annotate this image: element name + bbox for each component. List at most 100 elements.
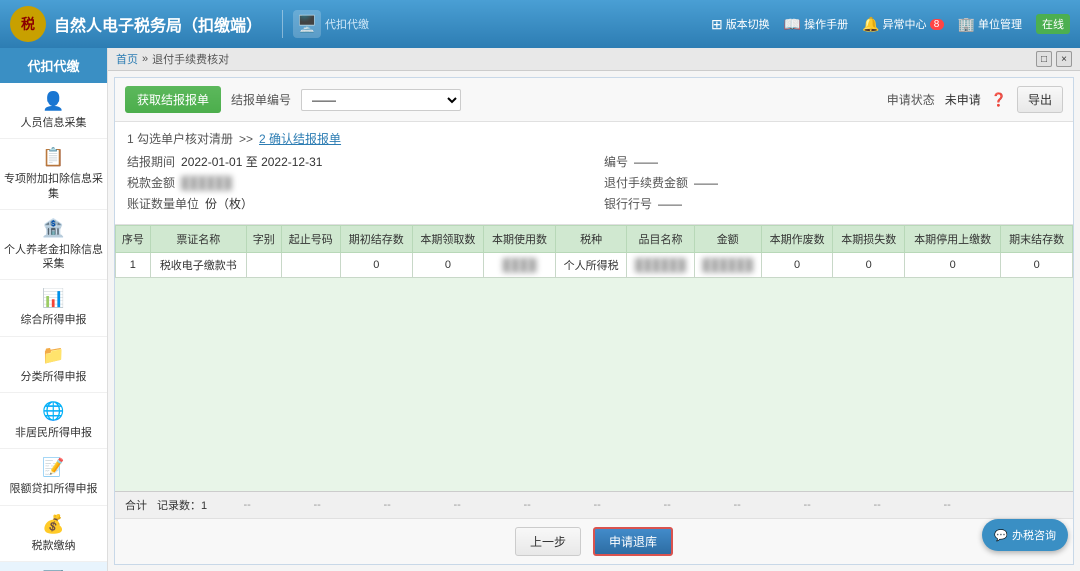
footer-dash-3: --: [357, 499, 417, 511]
breadcrumb: 首页 » 退付手续费核对: [116, 51, 229, 67]
th-item-name: 品目名称: [627, 226, 694, 253]
th-opening: 期初结存数: [340, 226, 412, 253]
sidebar-item-classified[interactable]: 📁 分类所得申报: [0, 337, 107, 393]
personnel-icon: 👤: [42, 91, 64, 112]
sidebar: 代扣代缴 👤 人员信息采集 📋 专项附加扣除信息采集 🏦 个人养老金扣除信息采集…: [0, 48, 108, 571]
th-range: 起止号码: [281, 226, 340, 253]
sidebar-item-personnel[interactable]: 👤 人员信息采集: [0, 83, 107, 139]
th-voided: 本期作废数: [761, 226, 833, 253]
total-label: 合计: [125, 497, 147, 513]
footer-dash-5: --: [497, 499, 557, 511]
toolbar-right: 申请状态 未申请 ❓ 导出: [887, 86, 1063, 113]
classified-icon: 📁: [42, 345, 64, 366]
step-separator: >>: [239, 132, 253, 146]
online-status: 在线: [1036, 14, 1070, 34]
table-row: 1 税收电子缴款书 0 0 ████ 个人所得税 ██████ ██████ 0…: [116, 253, 1073, 278]
consult-fab[interactable]: 💬 办税咨询: [982, 519, 1068, 551]
report-no-select[interactable]: ——: [301, 89, 461, 111]
period-row: 结报期间 2022-01-01 至 2022-12-31: [127, 153, 584, 170]
form-area: 1 勾选单户核对清册 >> 2 确认结报报单 结报期间 2022-01-01 至…: [115, 122, 1073, 225]
th-lost: 本期损失数: [833, 226, 905, 253]
tool-notice[interactable]: 🔔 异常中心 8: [862, 16, 943, 33]
sidebar-item-special[interactable]: 📋 专项附加扣除信息采集: [0, 139, 107, 210]
sidebar-item-tax-calc[interactable]: 💰 税款缴纳: [0, 506, 107, 562]
tool-unit[interactable]: 🏢 单位管理: [958, 16, 1022, 33]
th-received: 本期领取数: [412, 226, 484, 253]
correction-icon: 📝: [42, 457, 64, 478]
th-ticket-name: 票证名称: [150, 226, 246, 253]
tool-manual[interactable]: 📖 操作手册: [784, 16, 848, 33]
sidebar-item-nonresident[interactable]: 🌐 非居民所得申报: [0, 393, 107, 449]
top-right-tools: ⊞ 版本切换 📖 操作手册 🔔 异常中心 8 🏢 单位管理 在线: [711, 14, 1070, 34]
td-seq: 1: [116, 253, 151, 278]
td-lost: 0: [833, 253, 905, 278]
restore-button[interactable]: □: [1036, 51, 1052, 67]
footer-dash-9: --: [777, 499, 837, 511]
main-layout: 代扣代缴 👤 人员信息采集 📋 专项附加扣除信息采集 🏦 个人养老金扣除信息采集…: [0, 48, 1080, 571]
sidebar-item-pension[interactable]: 🏦 个人养老金扣除信息采集: [0, 210, 107, 281]
toolbar-left: 获取结报报单 结报单编号 ——: [125, 86, 461, 113]
footer-dash-6: --: [567, 499, 627, 511]
td-closing: 0: [1001, 253, 1073, 278]
status-info-icon: ❓: [991, 92, 1007, 108]
submit-button[interactable]: 申请退库: [593, 527, 673, 556]
tax-calc-icon: 💰: [42, 514, 64, 535]
pension-icon: 🏦: [42, 218, 64, 239]
top-bar: 税 自然人电子税务局（扣缴端） 🖥️ 代扣代缴 ⊞ 版本切换 📖 操作手册 🔔 …: [0, 0, 1080, 48]
footer-dash-8: --: [707, 499, 767, 511]
bottom-action-bar: 上一步 申请退库: [115, 518, 1073, 564]
sidebar-item-correction[interactable]: 📝 限额贷扣所得申报: [0, 449, 107, 505]
notice-icon: 🔔: [862, 16, 879, 33]
breadcrumb-home[interactable]: 首页: [116, 51, 138, 67]
step1-label: 1 勾选单户核对清册: [127, 130, 233, 147]
footer-dash-7: --: [637, 499, 697, 511]
prev-button[interactable]: 上一步: [515, 527, 581, 556]
sidebar-item-comprehensive[interactable]: 📊 综合所得申报: [0, 280, 107, 336]
td-used: ████: [484, 253, 556, 278]
footer-dash-10: --: [847, 499, 907, 511]
unit-icon: 🏢: [958, 16, 975, 33]
step-row: 1 勾选单户核对清册 >> 2 确认结报报单: [127, 130, 1061, 147]
table-header-row: 序号 票证名称 字别 起止号码 期初结存数 本期领取数 本期使用数 税种 品目名…: [116, 226, 1073, 253]
inner-window: 获取结报报单 结报单编号 —— 申请状态 未申请 ❓ 导出 1 勾选单户核对清: [114, 77, 1074, 565]
app-title: 自然人电子税务局（扣缴端）: [54, 12, 262, 36]
main-table: 序号 票证名称 字别 起止号码 期初结存数 本期领取数 本期使用数 税种 品目名…: [115, 225, 1073, 278]
special-icon: 📋: [42, 147, 64, 168]
footer-dash-2: --: [287, 499, 347, 511]
notice-badge: 8: [930, 19, 944, 30]
comprehensive-icon: 📊: [42, 288, 64, 309]
report-no-label: 结报单编号: [231, 91, 291, 108]
status-value: 未申请: [945, 91, 981, 108]
td-tax-type: 个人所得税: [555, 253, 627, 278]
return-amount-row: 退付手续费金额 ——: [604, 174, 1061, 191]
nonresident-icon: 🌐: [42, 401, 64, 422]
content-area: 首页 » 退付手续费核对 □ × 获取结报报单 结报单编号 ——: [108, 48, 1080, 571]
get-reconcile-button[interactable]: 获取结报报单: [125, 86, 221, 113]
th-tax-type: 税种: [555, 226, 627, 253]
sidebar-header: 代扣代缴: [0, 48, 107, 83]
tax-amount-row: 税款金额 ██████: [127, 174, 584, 191]
th-amount: 金额: [694, 226, 761, 253]
th-seq: 序号: [116, 226, 151, 253]
td-stopped: 0: [905, 253, 1001, 278]
tax-amount-value: ██████: [181, 176, 232, 190]
close-button[interactable]: ×: [1056, 51, 1072, 67]
voucher-count-row: 账证数量单位 份（枚）: [127, 195, 584, 212]
th-char: 字别: [246, 226, 281, 253]
td-range: [281, 253, 340, 278]
td-opening: 0: [340, 253, 412, 278]
consult-label: 办税咨询: [1012, 527, 1056, 543]
step2-link[interactable]: 2 确认结报报单: [259, 130, 341, 147]
export-button[interactable]: 导出: [1017, 86, 1063, 113]
td-ticket-name: 税收电子缴款书: [150, 253, 246, 278]
tool-switch[interactable]: ⊞ 版本切换: [711, 16, 770, 33]
td-char: [246, 253, 281, 278]
table-footer: 合计 记录数：1 -- -- -- -- -- -- -- -- -- -- -…: [115, 491, 1073, 518]
th-closing: 期末结存数: [1001, 226, 1073, 253]
footer-dash-1: --: [217, 499, 277, 511]
switch-icon: ⊞: [711, 16, 723, 33]
sidebar-item-return[interactable]: 🔄 退付手续费核对: [0, 562, 107, 571]
table-container: 序号 票证名称 字别 起止号码 期初结存数 本期领取数 本期使用数 税种 品目名…: [115, 225, 1073, 491]
code-row: 编号 ——: [604, 153, 1061, 170]
manual-icon: 📖: [784, 16, 801, 33]
